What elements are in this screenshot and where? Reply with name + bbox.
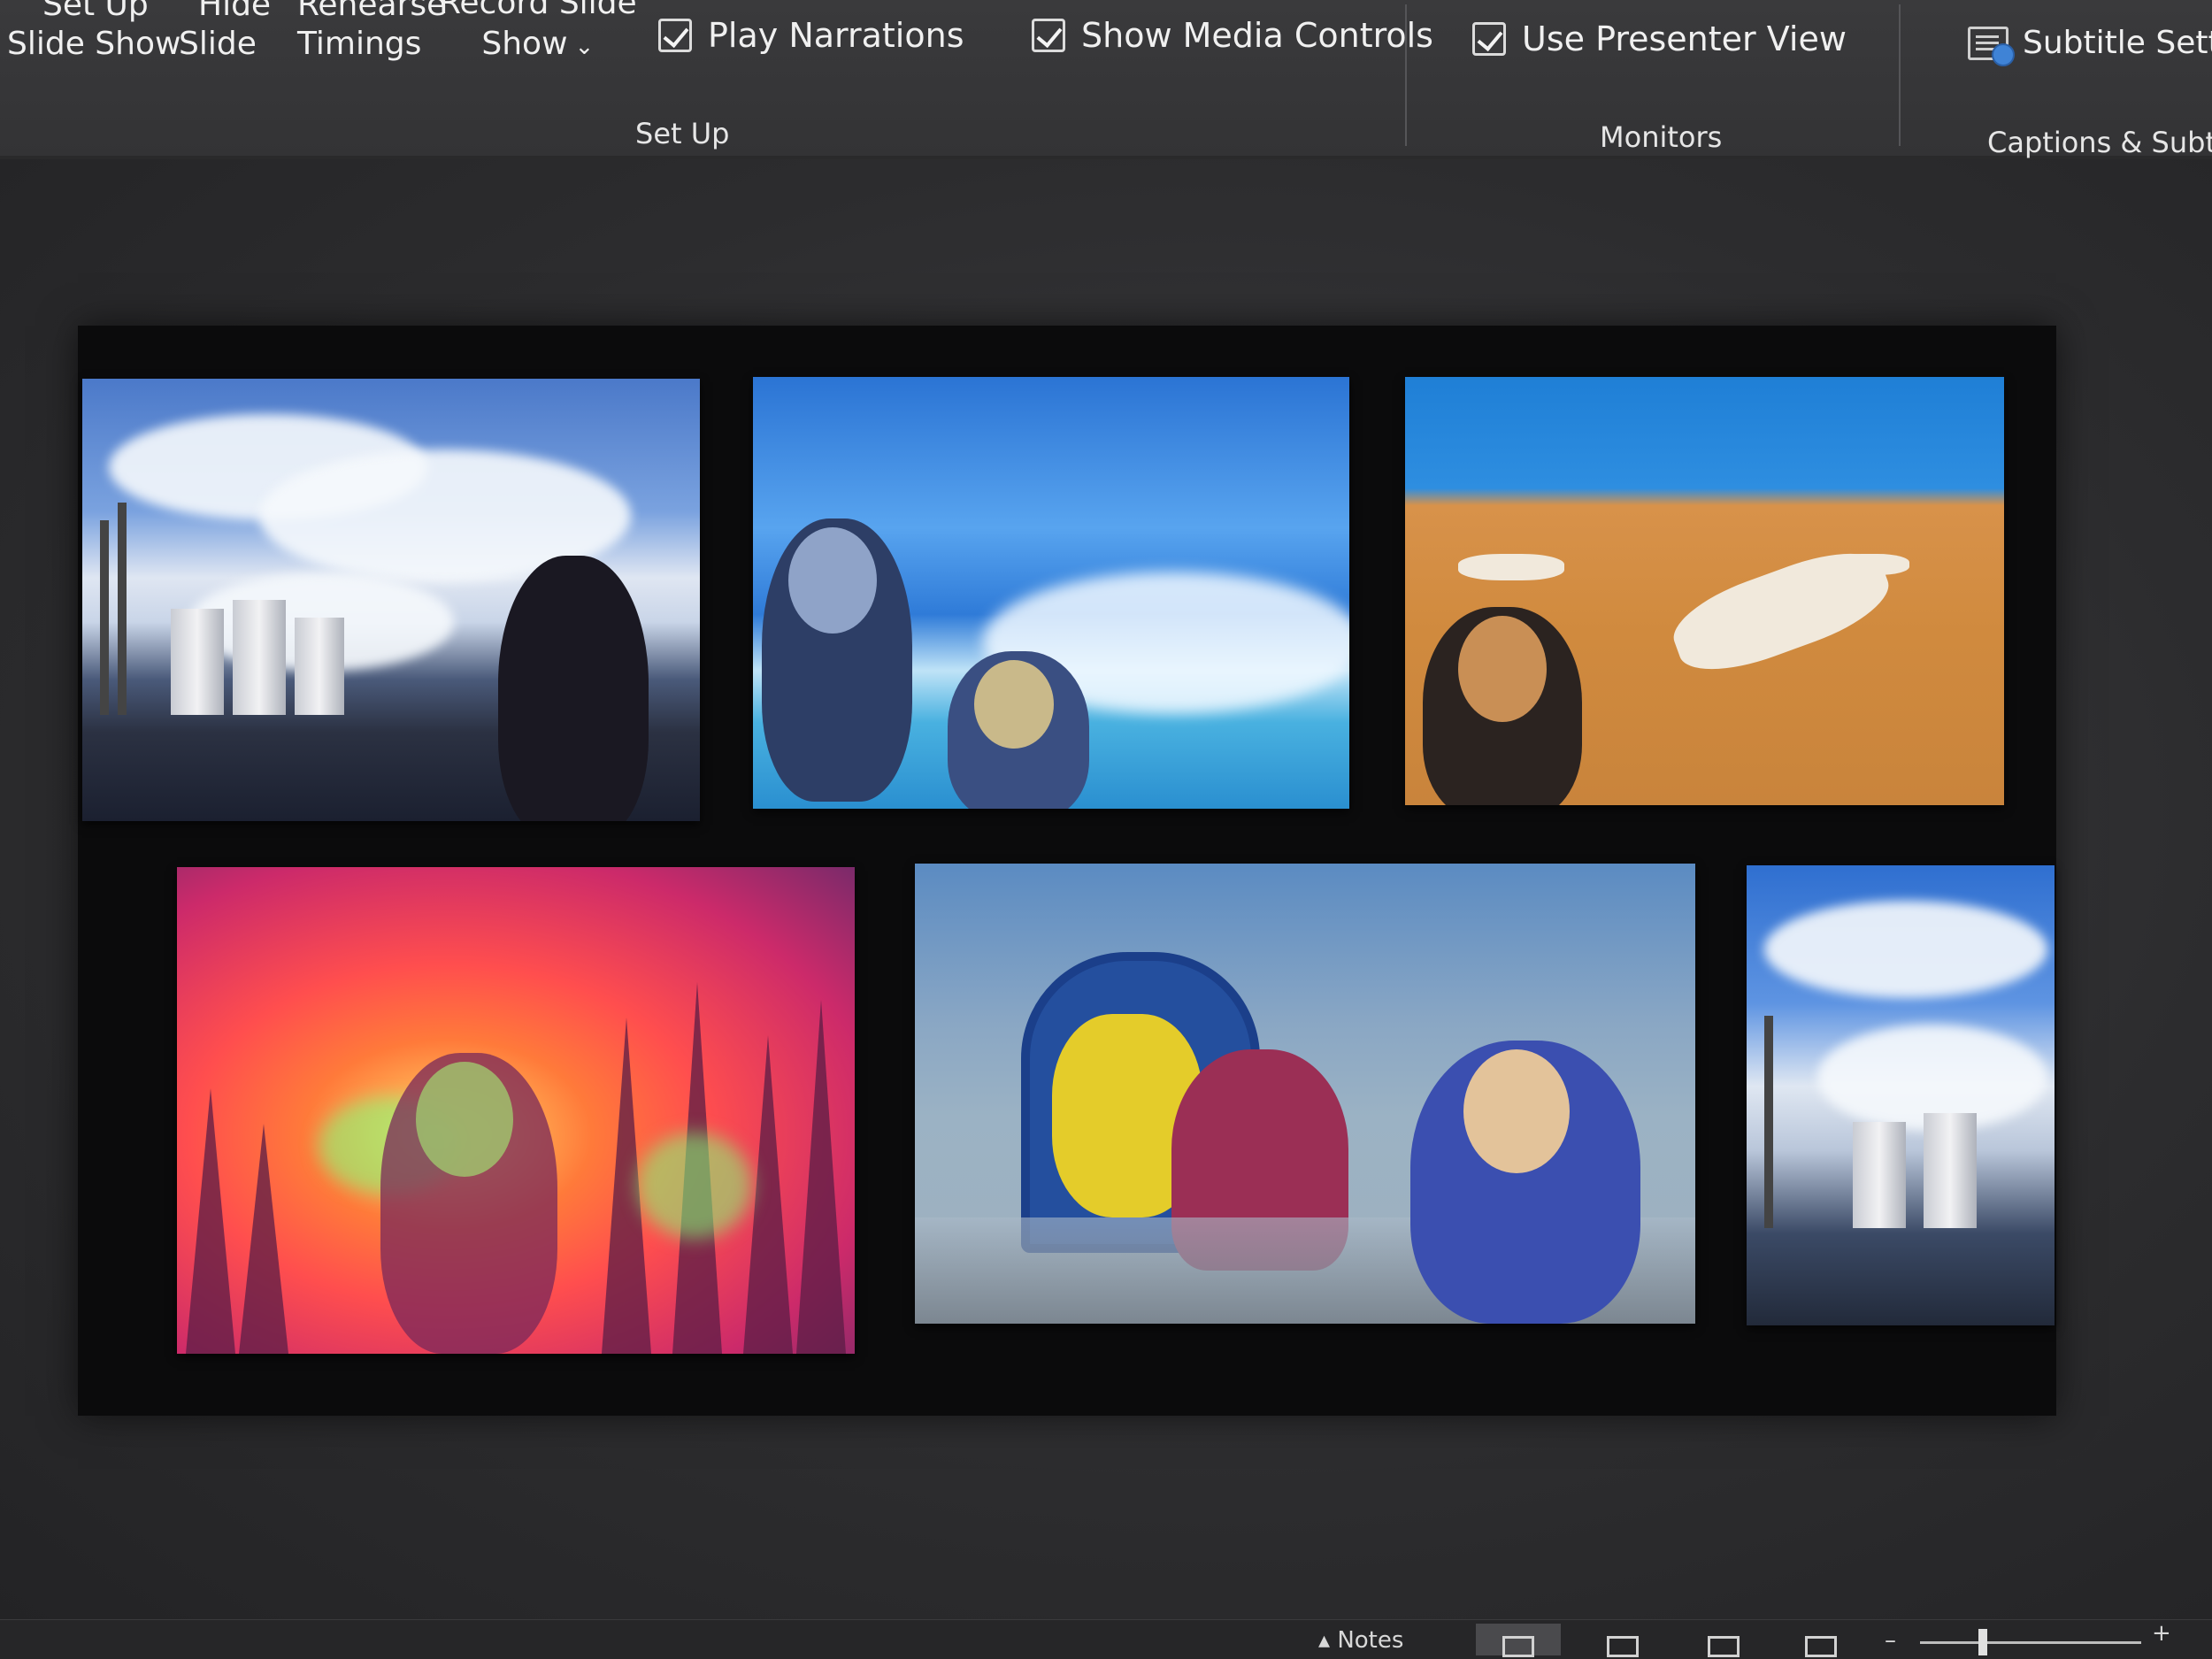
person-face [974, 660, 1054, 749]
cooling-tower [171, 609, 224, 715]
play-narrations-checkbox[interactable] [658, 19, 692, 52]
photo-glacier[interactable] [753, 377, 1349, 809]
slide-sorter-button[interactable] [1607, 1624, 1642, 1657]
tree-shape [796, 1000, 846, 1354]
rehearse-timings-button[interactable]: Rehearse Timings [297, 0, 446, 60]
slide-sorter-icon [1607, 1636, 1639, 1657]
cooling-tower [1924, 1113, 1977, 1228]
normal-view-button[interactable] [1476, 1624, 1561, 1657]
record-label-1: Record Slide [439, 0, 637, 21]
photo-wildfire[interactable] [177, 867, 855, 1354]
notes-icon: ▴ [1318, 1627, 1331, 1654]
setup-slideshow-button[interactable]: Set Up Slide Show [7, 0, 180, 60]
show-media-controls-checkbox-row[interactable]: Show Media Controls [1032, 16, 1433, 55]
person-face [1458, 616, 1547, 722]
person-face [788, 527, 877, 634]
use-presenter-view-label: Use Presenter View [1522, 19, 1847, 58]
notes-button[interactable]: ▴ Notes [1318, 1627, 1403, 1654]
group-label-setup: Set Up [635, 117, 730, 150]
subtitle-settings-button[interactable]: Subtitle Setting [1968, 25, 2212, 66]
normal-view-icon [1502, 1636, 1534, 1657]
smoke-shape [1764, 901, 2047, 998]
cooling-tower [233, 600, 286, 715]
setup-slideshow-label-2: Slide Show [7, 26, 181, 62]
person-face [1463, 1049, 1570, 1173]
zoom-slider-track[interactable] [1920, 1641, 2141, 1644]
show-media-controls-checkbox[interactable] [1032, 19, 1065, 52]
record-slideshow-button[interactable]: Record Slide Show ⌄ [439, 0, 637, 60]
notes-label: Notes [1337, 1627, 1404, 1654]
status-bar: ▴ Notes – + [0, 1619, 2212, 1659]
carcass-shape [1458, 554, 1564, 580]
use-presenter-view-checkbox[interactable] [1472, 22, 1506, 56]
record-label-2: Show [481, 26, 568, 62]
group-label-monitors: Monitors [1600, 120, 1723, 154]
subtitle-settings-label: Subtitle Setting [2023, 25, 2212, 61]
show-media-controls-label: Show Media Controls [1081, 16, 1433, 55]
subtitles-icon [1968, 26, 2015, 66]
cooling-tower [295, 618, 344, 715]
rehearse-label-1: Rehearse [297, 0, 447, 23]
chevron-down-icon: ⌄ [574, 34, 595, 60]
slideshow-view-button[interactable] [1805, 1624, 1840, 1657]
zoom-out-button[interactable]: – [1885, 1627, 1896, 1654]
photo-flood[interactable] [915, 864, 1695, 1324]
hide-slide-label-1: Hide [198, 0, 272, 23]
reading-view-button[interactable] [1708, 1624, 1743, 1657]
cooling-tower [1853, 1122, 1906, 1228]
hide-slide-button[interactable]: Hide Slide [179, 0, 271, 60]
group-separator [1405, 4, 1407, 146]
setup-slideshow-label-1: Set Up [42, 0, 149, 23]
chimney [118, 503, 127, 715]
photo-drought[interactable] [1405, 377, 2004, 805]
chimney [1764, 1016, 1773, 1228]
group-label-captions: Captions & Subtitles [1987, 126, 2212, 159]
slideshow-view-icon [1805, 1636, 1837, 1657]
tree-shape [186, 1088, 235, 1354]
use-presenter-view-checkbox-row[interactable]: Use Presenter View [1472, 19, 1847, 58]
play-narrations-label: Play Narrations [708, 16, 964, 55]
play-narrations-checkbox-row[interactable]: Play Narrations [658, 16, 964, 55]
slide-canvas[interactable] [78, 326, 2056, 1416]
ribbon: Set Up Slide Show Hide Slide Rehearse Ti… [0, 0, 2212, 159]
tree-shape [239, 1124, 288, 1354]
zoom-slider-thumb[interactable] [1978, 1629, 1987, 1655]
reading-view-icon [1708, 1636, 1740, 1657]
chimney [100, 520, 109, 715]
photo-power-plant[interactable] [82, 379, 700, 821]
rehearse-label-2: Timings [297, 26, 422, 62]
photo-power-plant-2[interactable] [1747, 865, 2055, 1325]
zoom-in-button[interactable]: + [2152, 1620, 2171, 1647]
person-silhouette [498, 556, 649, 821]
carcass-shape [1830, 554, 1909, 575]
glow-shape [637, 1133, 752, 1239]
person-face [416, 1062, 513, 1177]
hide-slide-label-2: Slide [179, 26, 257, 62]
group-separator [1899, 4, 1901, 146]
